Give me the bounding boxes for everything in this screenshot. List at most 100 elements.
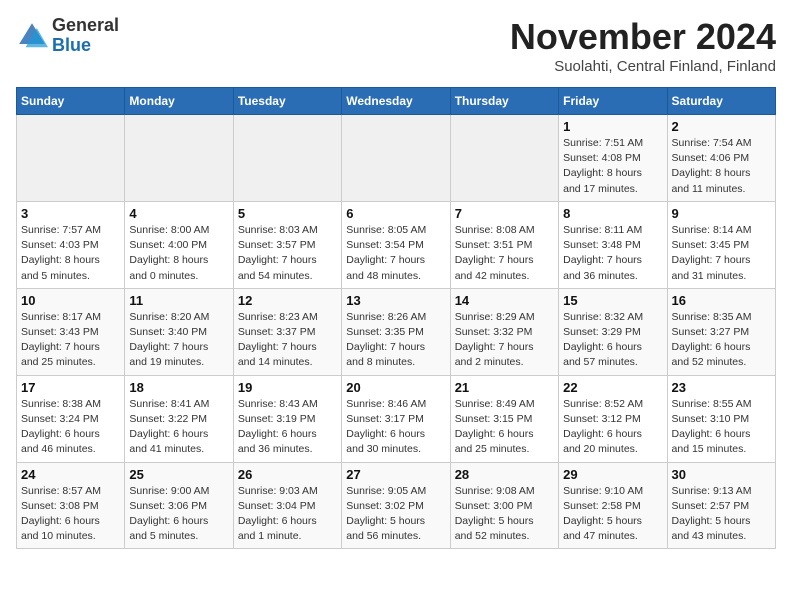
- weekday-header-tuesday: Tuesday: [233, 88, 341, 115]
- calendar-cell: 5 Sunrise: 8:03 AM Sunset: 3:57 PM Daylig…: [233, 201, 341, 288]
- day-number: 13: [346, 293, 445, 308]
- day-number: 18: [129, 380, 228, 395]
- day-number: 29: [563, 467, 662, 482]
- calendar-cell: 6 Sunrise: 8:05 AM Sunset: 3:54 PM Daylig…: [342, 201, 450, 288]
- day-number: 3: [21, 206, 120, 221]
- page-header: General Blue November 2024 Suolahti, Cen…: [16, 16, 776, 75]
- day-number: 16: [672, 293, 771, 308]
- logo-line1: General: [52, 16, 119, 36]
- day-info: Sunrise: 7:57 AM Sunset: 4:03 PM Dayligh…: [21, 223, 120, 284]
- logo-icon: [16, 20, 48, 52]
- day-info: Sunrise: 8:43 AM Sunset: 3:19 PM Dayligh…: [238, 397, 337, 458]
- day-info: Sunrise: 9:13 AM Sunset: 2:57 PM Dayligh…: [672, 484, 771, 545]
- day-number: 15: [563, 293, 662, 308]
- weekday-header-wednesday: Wednesday: [342, 88, 450, 115]
- calendar-cell: 14 Sunrise: 8:29 AM Sunset: 3:32 PM Dayli…: [450, 288, 558, 375]
- day-info: Sunrise: 8:46 AM Sunset: 3:17 PM Dayligh…: [346, 397, 445, 458]
- calendar-cell: 8 Sunrise: 8:11 AM Sunset: 3:48 PM Daylig…: [559, 201, 667, 288]
- calendar-week-row: 24Sunrise: 8:57 AM Sunset: 3:08 PM Dayli…: [17, 462, 776, 549]
- day-info: Sunrise: 9:08 AM Sunset: 3:00 PM Dayligh…: [455, 484, 554, 545]
- calendar-cell: 26 Sunrise: 9:03 AM Sunset: 3:04 PM Dayli…: [233, 462, 341, 549]
- calendar-cell: 19 Sunrise: 8:43 AM Sunset: 3:19 PM Dayli…: [233, 375, 341, 462]
- day-info: Sunrise: 8:41 AM Sunset: 3:22 PM Dayligh…: [129, 397, 228, 458]
- day-number: 2: [672, 119, 771, 134]
- day-info: Sunrise: 8:14 AM Sunset: 3:45 PM Dayligh…: [672, 223, 771, 284]
- day-info: Sunrise: 8:35 AM Sunset: 3:27 PM Dayligh…: [672, 310, 771, 371]
- calendar-cell: 4Sunrise: 8:00 AM Sunset: 4:00 PM Daylig…: [125, 201, 233, 288]
- calendar-cell: [342, 115, 450, 202]
- calendar-cell: 20Sunrise: 8:46 AM Sunset: 3:17 PM Dayli…: [342, 375, 450, 462]
- weekday-header-saturday: Saturday: [667, 88, 775, 115]
- day-info: Sunrise: 8:29 AM Sunset: 3:32 PM Dayligh…: [455, 310, 554, 371]
- day-number: 1: [563, 119, 662, 134]
- day-number: 14: [455, 293, 554, 308]
- day-number: 6: [346, 206, 445, 221]
- calendar-cell: 9 Sunrise: 8:14 AM Sunset: 3:45 PM Daylig…: [667, 201, 775, 288]
- day-info: Sunrise: 8:20 AM Sunset: 3:40 PM Dayligh…: [129, 310, 228, 371]
- day-number: 12: [238, 293, 337, 308]
- calendar-cell: 17 Sunrise: 8:38 AM Sunset: 3:24 PM Dayli…: [17, 375, 125, 462]
- day-info: Sunrise: 9:10 AM Sunset: 2:58 PM Dayligh…: [563, 484, 662, 545]
- calendar-cell: 13Sunrise: 8:26 AM Sunset: 3:35 PM Dayli…: [342, 288, 450, 375]
- day-info: Sunrise: 8:49 AM Sunset: 3:15 PM Dayligh…: [455, 397, 554, 458]
- day-info: Sunrise: 8:08 AM Sunset: 3:51 PM Dayligh…: [455, 223, 554, 284]
- calendar-cell: 7 Sunrise: 8:08 AM Sunset: 3:51 PM Daylig…: [450, 201, 558, 288]
- calendar-cell: [125, 115, 233, 202]
- calendar-cell: 27Sunrise: 9:05 AM Sunset: 3:02 PM Dayli…: [342, 462, 450, 549]
- day-info: Sunrise: 8:32 AM Sunset: 3:29 PM Dayligh…: [563, 310, 662, 371]
- day-number: 19: [238, 380, 337, 395]
- calendar-cell: 16 Sunrise: 8:35 AM Sunset: 3:27 PM Dayli…: [667, 288, 775, 375]
- day-info: Sunrise: 9:03 AM Sunset: 3:04 PM Dayligh…: [238, 484, 337, 545]
- day-number: 21: [455, 380, 554, 395]
- day-info: Sunrise: 8:03 AM Sunset: 3:57 PM Dayligh…: [238, 223, 337, 284]
- day-info: Sunrise: 8:23 AM Sunset: 3:37 PM Dayligh…: [238, 310, 337, 371]
- day-info: Sunrise: 9:00 AM Sunset: 3:06 PM Dayligh…: [129, 484, 228, 545]
- day-number: 26: [238, 467, 337, 482]
- day-number: 5: [238, 206, 337, 221]
- calendar-week-row: 17 Sunrise: 8:38 AM Sunset: 3:24 PM Dayli…: [17, 375, 776, 462]
- day-info: Sunrise: 8:55 AM Sunset: 3:10 PM Dayligh…: [672, 397, 771, 458]
- day-number: 22: [563, 380, 662, 395]
- calendar-cell: 11 Sunrise: 8:20 AM Sunset: 3:40 PM Dayli…: [125, 288, 233, 375]
- logo-text: General Blue: [52, 16, 119, 56]
- calendar-week-row: 1 Sunrise: 7:51 AM Sunset: 4:08 PM Daylig…: [17, 115, 776, 202]
- day-number: 28: [455, 467, 554, 482]
- location-subtitle: Suolahti, Central Finland, Finland: [510, 58, 776, 75]
- calendar-week-row: 10Sunrise: 8:17 AM Sunset: 3:43 PM Dayli…: [17, 288, 776, 375]
- calendar-cell: 22 Sunrise: 8:52 AM Sunset: 3:12 PM Dayli…: [559, 375, 667, 462]
- day-info: Sunrise: 9:05 AM Sunset: 3:02 PM Dayligh…: [346, 484, 445, 545]
- calendar-cell: 3 Sunrise: 7:57 AM Sunset: 4:03 PM Daylig…: [17, 201, 125, 288]
- weekday-header-thursday: Thursday: [450, 88, 558, 115]
- calendar-cell: 15 Sunrise: 8:32 AM Sunset: 3:29 PM Dayli…: [559, 288, 667, 375]
- day-number: 7: [455, 206, 554, 221]
- calendar-cell: 10Sunrise: 8:17 AM Sunset: 3:43 PM Dayli…: [17, 288, 125, 375]
- day-info: Sunrise: 8:38 AM Sunset: 3:24 PM Dayligh…: [21, 397, 120, 458]
- title-block: November 2024 Suolahti, Central Finland,…: [510, 16, 776, 75]
- day-info: Sunrise: 8:05 AM Sunset: 3:54 PM Dayligh…: [346, 223, 445, 284]
- day-number: 8: [563, 206, 662, 221]
- calendar-cell: [17, 115, 125, 202]
- day-number: 9: [672, 206, 771, 221]
- calendar-cell: 12 Sunrise: 8:23 AM Sunset: 3:37 PM Dayli…: [233, 288, 341, 375]
- day-info: Sunrise: 8:11 AM Sunset: 3:48 PM Dayligh…: [563, 223, 662, 284]
- weekday-header-monday: Monday: [125, 88, 233, 115]
- weekday-header-sunday: Sunday: [17, 88, 125, 115]
- calendar-cell: 24Sunrise: 8:57 AM Sunset: 3:08 PM Dayli…: [17, 462, 125, 549]
- day-number: 11: [129, 293, 228, 308]
- day-number: 17: [21, 380, 120, 395]
- calendar-cell: 1 Sunrise: 7:51 AM Sunset: 4:08 PM Daylig…: [559, 115, 667, 202]
- calendar-cell: 21 Sunrise: 8:49 AM Sunset: 3:15 PM Dayli…: [450, 375, 558, 462]
- day-info: Sunrise: 8:17 AM Sunset: 3:43 PM Dayligh…: [21, 310, 120, 371]
- logo-line2: Blue: [52, 36, 119, 56]
- calendar-header-row: SundayMondayTuesdayWednesdayThursdayFrid…: [17, 88, 776, 115]
- day-info: Sunrise: 8:00 AM Sunset: 4:00 PM Dayligh…: [129, 223, 228, 284]
- day-info: Sunrise: 8:52 AM Sunset: 3:12 PM Dayligh…: [563, 397, 662, 458]
- day-number: 23: [672, 380, 771, 395]
- weekday-header-friday: Friday: [559, 88, 667, 115]
- day-info: Sunrise: 8:57 AM Sunset: 3:08 PM Dayligh…: [21, 484, 120, 545]
- day-number: 30: [672, 467, 771, 482]
- calendar-cell: [233, 115, 341, 202]
- calendar-table: SundayMondayTuesdayWednesdayThursdayFrid…: [16, 87, 776, 549]
- day-number: 25: [129, 467, 228, 482]
- day-info: Sunrise: 7:51 AM Sunset: 4:08 PM Dayligh…: [563, 136, 662, 197]
